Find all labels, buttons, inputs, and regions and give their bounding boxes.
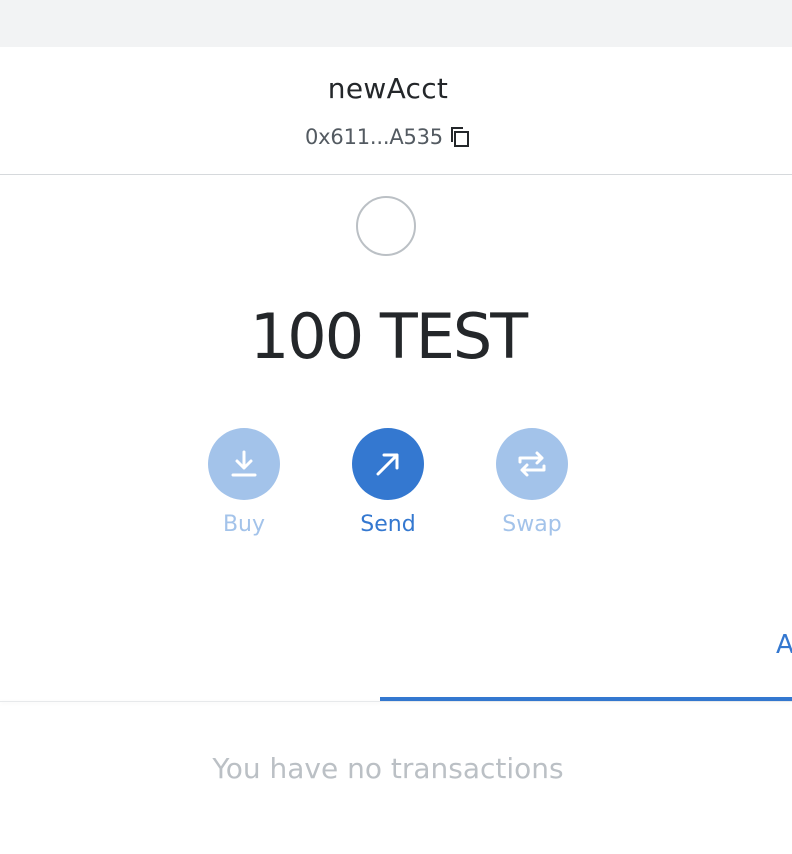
balance-amount: 100 TEST — [249, 300, 528, 373]
top-background — [0, 0, 792, 47]
account-header: newAcct 0x611...A535 — [0, 47, 792, 175]
account-address-row[interactable]: 0x611...A535 — [0, 125, 776, 149]
empty-transactions-message: You have no transactions — [212, 752, 564, 785]
tab-activity[interactable]: A — [776, 630, 792, 660]
buy-button-circle[interactable] — [208, 428, 280, 500]
account-address[interactable]: 0x611...A535 — [305, 125, 443, 149]
token-icon — [356, 196, 416, 256]
swap-arrows-icon — [518, 451, 546, 477]
send-label: Send — [360, 512, 416, 537]
arrow-up-right-icon — [376, 453, 399, 476]
swap-button-circle[interactable] — [496, 428, 568, 500]
download-icon — [231, 450, 257, 477]
swap-label: Swap — [502, 512, 562, 537]
swap-button[interactable]: Swap — [482, 428, 582, 537]
buy-label: Buy — [222, 512, 266, 537]
account-name[interactable]: newAcct — [0, 72, 776, 105]
send-button-circle[interactable] — [352, 428, 424, 500]
send-button[interactable]: Send — [338, 428, 438, 537]
buy-button[interactable]: Buy — [194, 428, 294, 537]
copy-icon[interactable] — [449, 125, 471, 149]
tabs-divider — [0, 701, 792, 702]
